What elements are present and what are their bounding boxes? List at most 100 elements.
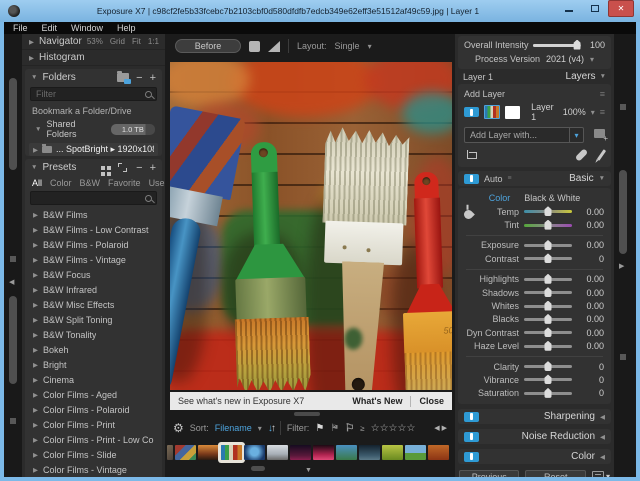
auto-button[interactable]: Auto	[484, 174, 503, 184]
preset-group[interactable]: ▶B&W Split Toning	[25, 312, 162, 327]
folder-item-spotbright[interactable]: ▶ ... SpotBright ▸ 1920x1080	[29, 143, 158, 156]
preset-group[interactable]: ▶Color Films - Vintage	[25, 462, 162, 477]
tab-color[interactable]: Color	[50, 178, 72, 188]
dyn-contrast-slider[interactable]	[524, 331, 572, 334]
filmstrip-thumbnail[interactable]	[336, 445, 357, 460]
process-version-value[interactable]: 2021 (v4)	[546, 54, 584, 64]
chevron-down-icon[interactable]: ▼	[599, 175, 605, 182]
folder-filter-input[interactable]	[31, 88, 156, 100]
whats-new-button[interactable]: What's New	[352, 396, 402, 406]
chevron-left-icon[interactable]: ◀	[600, 433, 605, 441]
layer-opacity[interactable]: 100%	[563, 107, 586, 117]
preset-group[interactable]: ▶Color Films - Slide	[25, 447, 162, 462]
scroll-left-icon[interactable]: ◀	[434, 424, 439, 432]
scrollbar[interactable]	[619, 170, 627, 254]
preset-group[interactable]: ▶B&W Films - Polaroid	[25, 237, 162, 252]
tab-color[interactable]: Color	[489, 193, 511, 203]
split-view-icon[interactable]	[268, 41, 280, 52]
preset-group[interactable]: ▶B&W Tonality	[25, 327, 162, 342]
overall-intensity-slider[interactable]	[533, 44, 581, 47]
reset-button[interactable]: Reset	[525, 470, 585, 477]
add-folder-button[interactable]: +	[150, 72, 156, 84]
vibrance-slider[interactable]	[524, 378, 572, 381]
histogram-header[interactable]: ▶ Histogram	[22, 50, 165, 66]
filmstrip-thumbnail[interactable]	[290, 445, 311, 460]
scrollbar[interactable]	[9, 296, 17, 384]
blacks-slider[interactable]	[524, 318, 572, 321]
maximize-button[interactable]	[582, 0, 608, 16]
new-layer-icon[interactable]	[594, 129, 605, 138]
preset-group[interactable]: ▶B&W Films	[25, 207, 162, 222]
grid-view-icon[interactable]	[101, 166, 105, 170]
filmstrip-thumbnail[interactable]	[175, 445, 196, 460]
panel-splitter-handle[interactable]	[10, 256, 16, 262]
chevron-down-icon[interactable]: ▾	[368, 42, 372, 51]
color-enabled-toggle[interactable]	[464, 452, 479, 462]
chevron-down-icon[interactable]: ▾	[590, 55, 594, 64]
sharpening-enabled-toggle[interactable]	[464, 412, 479, 422]
preset-group[interactable]: ▶B&W Focus	[25, 267, 162, 282]
tab-black-white[interactable]: Black & White	[524, 193, 580, 203]
minimize-button[interactable]	[556, 0, 582, 16]
temp-slider[interactable]	[524, 210, 572, 213]
fit-button[interactable]: Fit	[132, 37, 141, 46]
crop-icon[interactable]	[466, 150, 476, 160]
single-view-icon[interactable]	[249, 41, 260, 52]
gear-icon[interactable]: ⚙	[173, 421, 184, 435]
layout-value[interactable]: Single	[335, 41, 360, 51]
zoom-level[interactable]: 53%	[87, 37, 103, 46]
saturation-slider[interactable]	[524, 392, 572, 395]
actual-size-button[interactable]: 1:1	[148, 37, 159, 46]
preset-group[interactable]: ▶Color Films - Polaroid	[25, 402, 162, 417]
sort-direction-icon[interactable]: ↓↑	[268, 423, 274, 434]
layer-visibility-toggle[interactable]	[464, 107, 479, 117]
filmstrip-thumbnail[interactable]	[405, 445, 426, 460]
whites-slider[interactable]	[524, 305, 572, 308]
chevron-down-icon[interactable]: ▾	[591, 108, 595, 117]
panel-splitter-handle[interactable]	[620, 104, 626, 110]
sort-value[interactable]: Filename	[215, 423, 252, 433]
expand-view-icon[interactable]	[118, 163, 127, 172]
grid-button[interactable]: Grid	[110, 37, 125, 46]
presets-header[interactable]: ▼ Presets − +	[25, 159, 162, 176]
reveal-folder-icon[interactable]	[117, 73, 129, 82]
previous-button[interactable]: Previous	[459, 470, 519, 477]
sharpening-panel-header[interactable]: Sharpening ◀	[458, 409, 611, 424]
noise-reduction-panel-header[interactable]: Noise Reduction ◀	[458, 429, 611, 444]
filmstrip-thumbnail[interactable]	[428, 445, 449, 460]
panel-splitter-handle[interactable]	[10, 418, 16, 424]
remove-folder-button[interactable]: −	[136, 72, 142, 84]
auto-menu-icon[interactable]: ≡	[508, 175, 512, 182]
filmstrip-thumbnail-selected[interactable]	[221, 445, 242, 460]
preset-group[interactable]: ▶B&W Misc Effects	[25, 297, 162, 312]
star-rating-filter[interactable]: ☆☆☆☆☆	[371, 423, 416, 434]
navigator-header[interactable]: ▶ Navigator 53% Grid Fit 1:1	[22, 34, 165, 50]
filmstrip-drag-handle[interactable]	[294, 412, 320, 416]
preset-group[interactable]: ▶Color Films - Print - Low Contrast	[25, 432, 162, 447]
basic-panel-header[interactable]: Auto ≡ Basic ▼	[458, 171, 611, 186]
tab-bw[interactable]: B&W	[80, 178, 101, 188]
close-button[interactable]: ✕	[608, 0, 634, 17]
tint-slider[interactable]	[524, 224, 572, 227]
chevron-down-icon[interactable]: ▼	[600, 73, 606, 80]
menu-file[interactable]: File	[13, 23, 28, 33]
menu-help[interactable]: Help	[117, 23, 136, 33]
preset-group[interactable]: ▶Color Films - Print	[25, 417, 162, 432]
filmstrip-thumbnail[interactable]	[313, 445, 334, 460]
add-preset-button[interactable]: +	[150, 162, 156, 174]
scrollbar[interactable]	[9, 78, 17, 170]
bookmark-folder-item[interactable]: Bookmark a Folder/Drive	[25, 104, 162, 117]
layer-name[interactable]: Layer 1	[531, 102, 558, 122]
copy-settings-icon[interactable]	[592, 471, 604, 477]
clarity-slider[interactable]	[524, 365, 572, 368]
collapse-filmstrip-icon[interactable]: ▼	[305, 467, 312, 474]
collapse-right-panel-icon[interactable]: ▶	[619, 262, 624, 270]
chevron-down-icon[interactable]: ▾	[606, 472, 610, 477]
preset-search-input[interactable]	[31, 192, 156, 204]
add-layer-with-dropdown[interactable]: Add Layer with... ▾	[464, 127, 584, 143]
shared-folders-item[interactable]: ▼ Shared Folders 1.0 TB	[25, 117, 162, 141]
layers-panel-label[interactable]: Layers	[566, 71, 596, 82]
collapse-left-panel-icon[interactable]: ◀	[9, 278, 14, 286]
title-bar[interactable]: Exposure X7 | c98cf2fe5b33fcebc7b2103cbf…	[0, 0, 640, 22]
photo-canvas[interactable]: 50	[170, 62, 452, 390]
